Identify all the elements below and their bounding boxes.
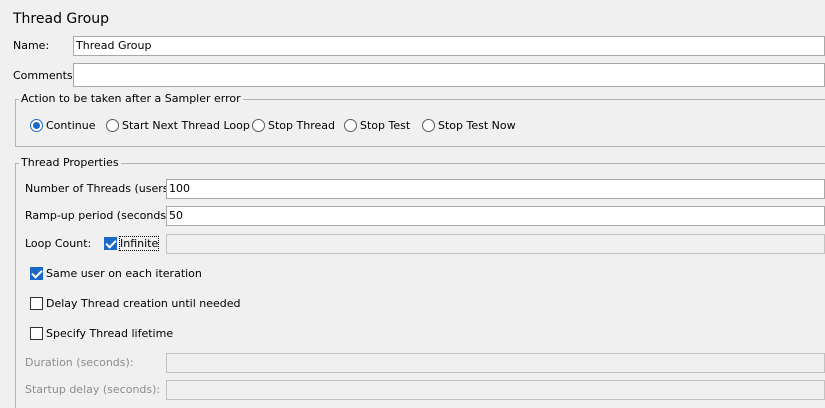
radio-icon bbox=[252, 119, 265, 132]
duration-label: Duration (seconds): bbox=[25, 356, 134, 369]
comments-label: Comments: bbox=[13, 69, 77, 82]
comments-field[interactable] bbox=[73, 63, 825, 87]
radio-start-next-label: Start Next Thread Loop bbox=[122, 119, 250, 132]
checkbox-icon bbox=[30, 327, 43, 340]
radio-icon bbox=[106, 119, 119, 132]
infinite-label: Infinite bbox=[118, 236, 160, 251]
rampup-field[interactable]: 50 bbox=[166, 206, 825, 226]
duration-field[interactable] bbox=[166, 353, 825, 373]
checkbox-checked-icon bbox=[30, 267, 43, 280]
radio-icon bbox=[422, 119, 435, 132]
thread-lifetime-label: Specify Thread lifetime bbox=[46, 327, 174, 340]
radio-stop-test-now[interactable]: Stop Test Now bbox=[422, 119, 516, 132]
same-user-label: Same user on each iteration bbox=[46, 267, 202, 280]
sampler-error-legend: Action to be taken after a Sampler error bbox=[19, 92, 243, 106]
delay-creation-checkbox[interactable]: Delay Thread creation until needed bbox=[30, 297, 241, 310]
page-title: Thread Group bbox=[13, 11, 110, 27]
loop-count-label: Loop Count: bbox=[25, 237, 92, 250]
startup-delay-field[interactable] bbox=[166, 380, 825, 400]
checkbox-checked-icon bbox=[104, 237, 117, 250]
radio-continue-label: Continue bbox=[46, 119, 96, 132]
startup-delay-label: Startup delay (seconds): bbox=[25, 383, 161, 396]
thread-properties-legend: Thread Properties bbox=[19, 156, 121, 170]
name-label: Name: bbox=[13, 39, 50, 52]
radio-stop-test-now-label: Stop Test Now bbox=[438, 119, 516, 132]
radio-stop-test-label: Stop Test bbox=[360, 119, 411, 132]
rampup-label: Ramp-up period (seconds): bbox=[25, 209, 175, 222]
delay-creation-label: Delay Thread creation until needed bbox=[46, 297, 241, 310]
threads-field[interactable]: 100 bbox=[166, 179, 825, 199]
thread-lifetime-checkbox[interactable]: Specify Thread lifetime bbox=[30, 327, 173, 340]
infinite-checkbox[interactable]: Infinite bbox=[104, 236, 160, 251]
radio-stop-test[interactable]: Stop Test bbox=[344, 119, 410, 132]
radio-stop-thread-label: Stop Thread bbox=[268, 119, 335, 132]
radio-selected-icon bbox=[30, 119, 43, 132]
same-user-checkbox[interactable]: Same user on each iteration bbox=[30, 267, 202, 280]
radio-continue[interactable]: Continue bbox=[30, 119, 95, 132]
radio-start-next-thread-loop[interactable]: Start Next Thread Loop bbox=[106, 119, 250, 132]
threads-label: Number of Threads (users): bbox=[25, 182, 177, 195]
checkbox-icon bbox=[30, 297, 43, 310]
loop-count-field[interactable] bbox=[166, 234, 825, 254]
radio-icon bbox=[344, 119, 357, 132]
name-field[interactable]: Thread Group bbox=[73, 36, 825, 56]
radio-stop-thread[interactable]: Stop Thread bbox=[252, 119, 335, 132]
